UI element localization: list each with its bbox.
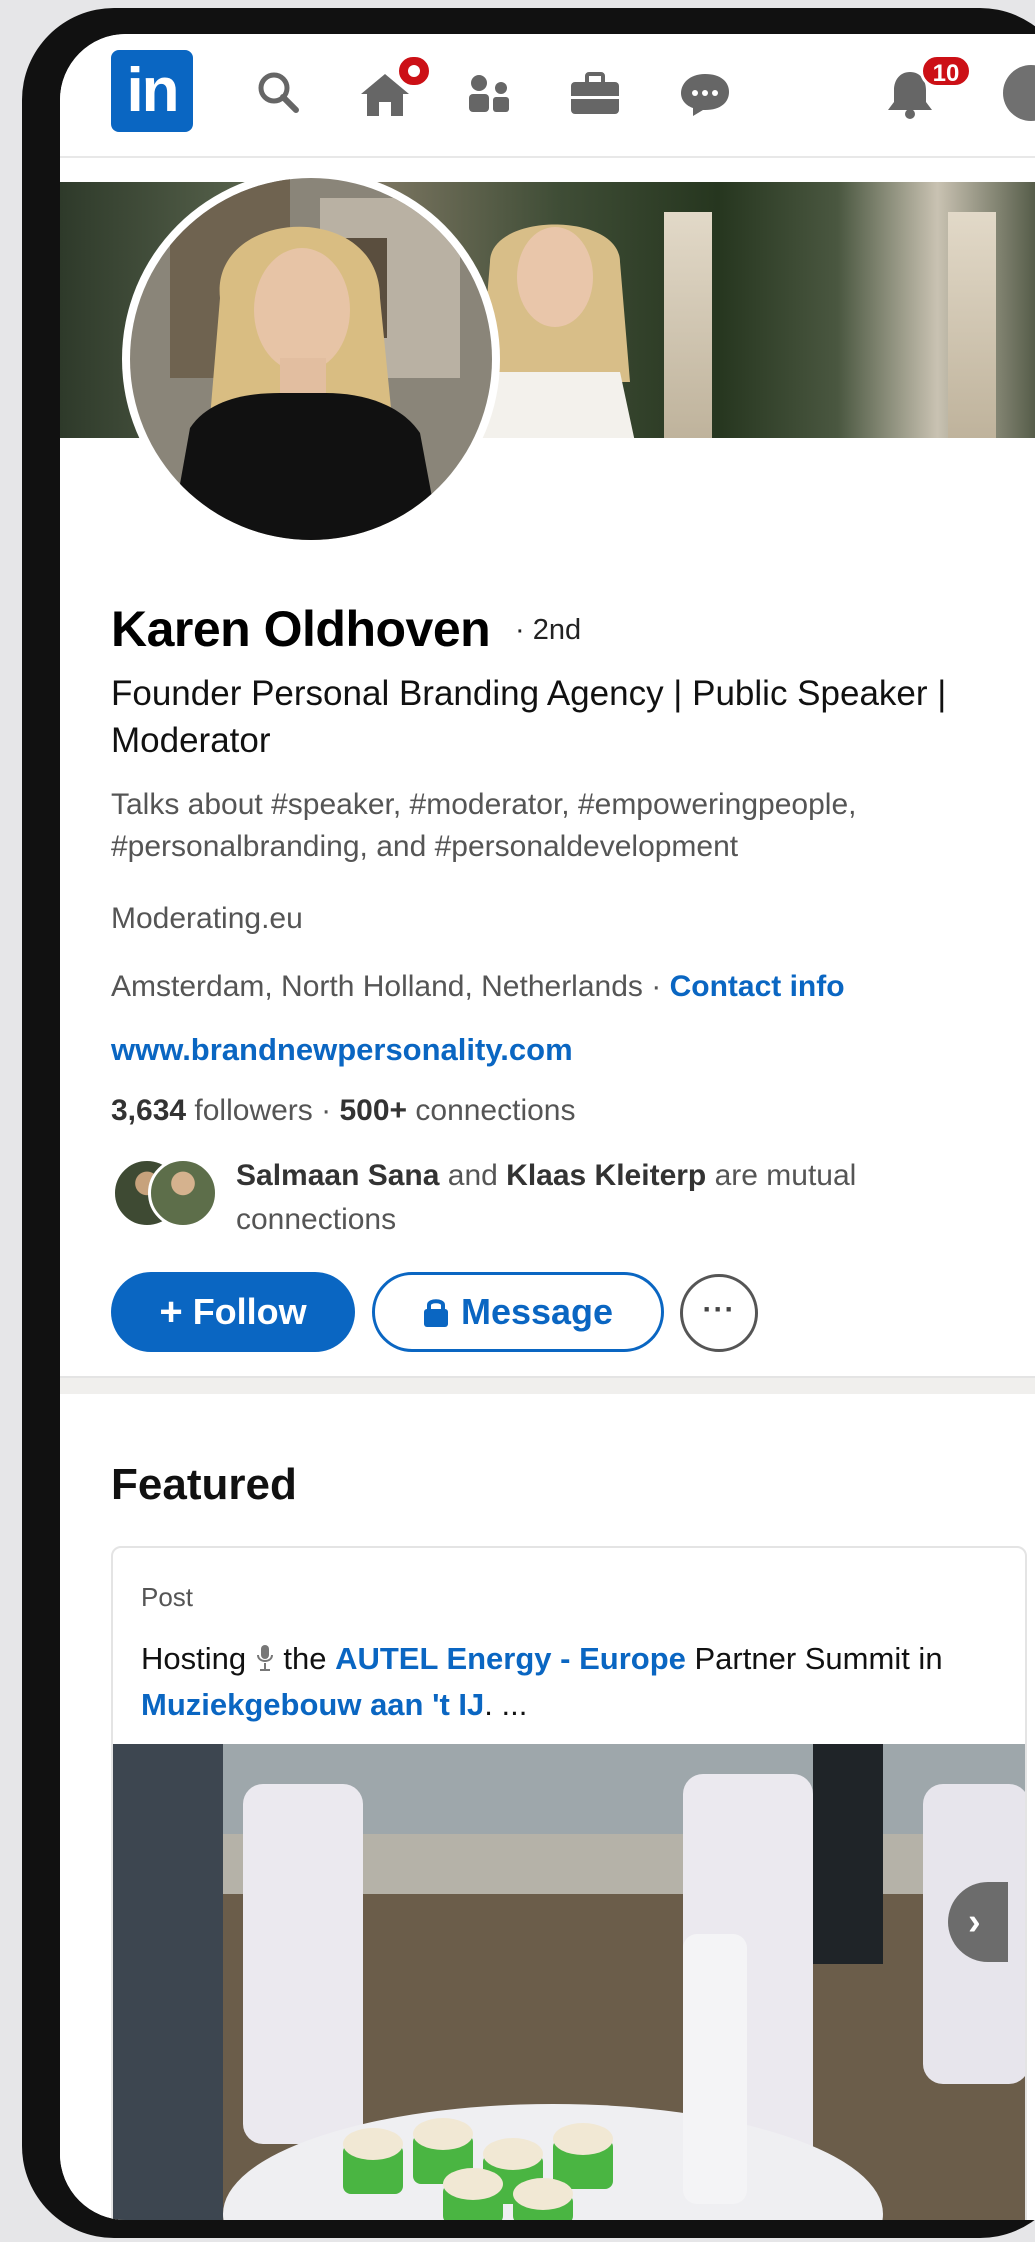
cover-pillar — [664, 212, 712, 438]
featured-section: Featured Post Hosting the AUTEL Energy -… — [60, 1394, 1035, 2220]
mention-link[interactable]: Muziekgebouw aan 't IJ — [141, 1687, 484, 1722]
mutual-connections-text[interactable]: Salmaan Sana and Klaas Kleiterp are mutu… — [236, 1154, 1016, 1242]
jobs-icon[interactable] — [565, 64, 625, 124]
me-avatar[interactable] — [1003, 65, 1035, 121]
current-company[interactable]: Moderating.eu — [111, 902, 303, 936]
profile-intro-card: Karen Oldhoven · 2nd Founder Personal Br… — [60, 554, 1035, 1376]
followers-count: 3,634 — [111, 1094, 187, 1127]
microphone-icon — [256, 1645, 273, 1671]
location-text: Amsterdam, North Holland, Netherlands — [111, 970, 643, 1003]
profile-photo-image — [130, 178, 492, 540]
message-button[interactable]: Message — [372, 1272, 664, 1352]
lock-icon — [423, 1299, 448, 1327]
phone-frame: in 10 Karen Oldhoven · 2nd Founder Perso… — [22, 8, 1035, 2238]
followers-label: followers — [186, 1094, 313, 1127]
cover-pillar — [948, 212, 996, 438]
section-divider — [60, 1376, 1035, 1394]
notifications-badge: 10 — [920, 54, 972, 88]
post-text: Hosting the AUTEL Energy - Europe Partne… — [141, 1636, 1001, 1728]
mutual-connections-avatars[interactable] — [112, 1158, 222, 1230]
followers-connections: 3,634 followers · 500+ connections — [111, 1094, 576, 1128]
post-text-end: . ... — [484, 1687, 528, 1722]
search-icon[interactable] — [250, 64, 310, 124]
mutual-avatar — [148, 1158, 218, 1228]
mention-link[interactable]: AUTEL Energy - Europe — [335, 1641, 686, 1676]
connections-count[interactable]: 500+ — [339, 1094, 407, 1127]
post-text-the: the — [274, 1641, 336, 1676]
featured-post-card[interactable]: Post Hosting the AUTEL Energy - Europe P… — [111, 1546, 1027, 2220]
mutual-name: Klaas Kleiterp — [506, 1159, 707, 1192]
messaging-icon[interactable] — [675, 64, 735, 124]
profile-headline: Founder Personal Branding Agency | Publi… — [111, 674, 947, 760]
contact-info-link[interactable]: Contact info — [670, 970, 845, 1003]
post-type-label: Post — [141, 1582, 194, 1612]
app-screen: in 10 Karen Oldhoven · 2nd Founder Perso… — [60, 34, 1035, 2220]
top-nav-bar: in 10 — [60, 34, 1035, 158]
location-line: Amsterdam, North Holland, Netherlands · … — [111, 970, 845, 1004]
home-notification-dot — [396, 54, 432, 88]
connections-separator: · — [312, 1094, 340, 1127]
post-image[interactable] — [113, 1744, 1025, 2220]
post-text-start: Hosting — [141, 1641, 255, 1676]
my-network-icon[interactable] — [460, 64, 520, 124]
profile-photo[interactable] — [122, 170, 500, 548]
connection-degree: · 2nd — [515, 614, 582, 646]
plus-icon: + — [159, 1289, 183, 1334]
profile-name: Karen Oldhoven — [111, 601, 491, 657]
talks-about: Talks about #speaker, #moderator, #empow… — [111, 788, 857, 863]
location-separator: · — [642, 970, 670, 1003]
more-actions-button[interactable]: ··· — [680, 1274, 758, 1352]
connections-label: connections — [407, 1094, 576, 1127]
post-text-mid: Partner Summit in — [685, 1641, 943, 1676]
follow-label: Follow — [192, 1291, 307, 1332]
website-link[interactable]: www.brandnewpersonality.com — [111, 1032, 573, 1068]
mutual-and: and — [439, 1159, 507, 1192]
mutual-name: Salmaan Sana — [236, 1159, 440, 1192]
linkedin-logo[interactable]: in — [111, 50, 193, 132]
featured-title: Featured — [111, 1460, 297, 1509]
follow-button[interactable]: + Follow — [111, 1272, 355, 1352]
message-label: Message — [460, 1291, 614, 1332]
